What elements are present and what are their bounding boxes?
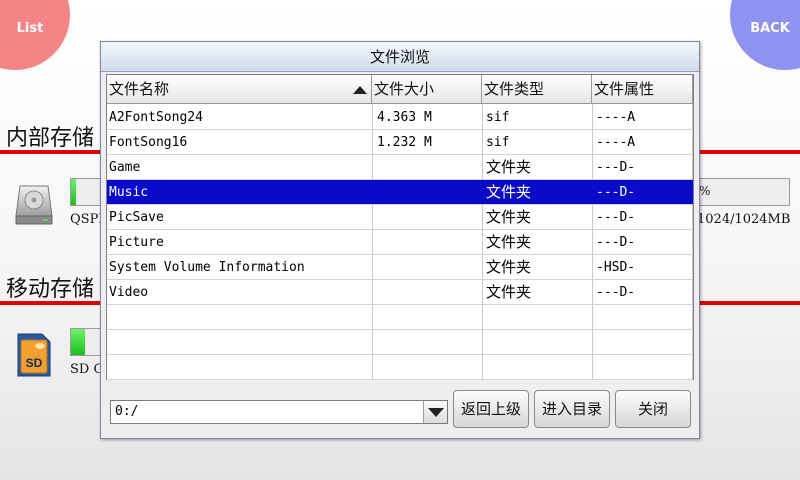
cell-name: PicSave — [109, 210, 164, 225]
cell-size: 1.232 M — [377, 135, 432, 150]
cell-attr: ----A — [596, 110, 636, 125]
internal-drive-label: QSPI — [70, 212, 104, 227]
cell-type: 文件夹 — [486, 283, 532, 301]
go-up-button[interactable]: 返回上级 — [453, 390, 529, 428]
sort-ascending-icon — [353, 86, 367, 94]
cell-type: 文件夹 — [486, 208, 532, 226]
cell-size — [377, 255, 481, 280]
cell-attr: ---D- — [596, 160, 636, 175]
cell-size: 4.363 M — [377, 110, 432, 125]
column-header-name[interactable]: 文件名称 — [107, 75, 372, 104]
cell-name: A2FontSong24 — [109, 110, 203, 125]
table-row[interactable]: Video 文件夹 ---D- — [107, 280, 693, 305]
cell-name: Picture — [109, 235, 164, 250]
internal-usage-bar — [70, 178, 104, 206]
cell-name: Game — [109, 160, 141, 175]
internal-storage-title: 内部存储 — [6, 126, 95, 151]
file-table[interactable]: 文件名称 文件大小 文件类型 文件属性 A2FontSong24 4.363 M s… — [106, 74, 694, 380]
cell-attr: ---D- — [596, 235, 636, 250]
table-row[interactable]: Picture 文件夹 ---D- — [107, 230, 693, 255]
column-header-type-label: 文件类型 — [484, 80, 545, 98]
cell-type: 文件夹 — [486, 183, 532, 201]
internal-usage-fill — [71, 179, 76, 205]
mobile-storage-title: 移动存储 — [6, 277, 95, 302]
column-header-attr[interactable]: 文件属性 — [592, 75, 693, 104]
internal-usage-percent: % — [699, 184, 711, 198]
column-header-attr-label: 文件属性 — [594, 80, 655, 98]
list-button[interactable]: List — [0, 0, 70, 70]
cell-type: sif — [486, 110, 510, 125]
cell-size — [377, 205, 481, 230]
table-row[interactable]: A2FontSong24 4.363 M sif ----A — [107, 105, 693, 130]
cell-attr: -HSD- — [596, 260, 636, 275]
column-header-size-label: 文件大小 — [374, 80, 435, 98]
sd-usage-fill — [71, 329, 86, 355]
cell-name: System Volume Information — [109, 260, 305, 275]
close-button[interactable]: 关闭 — [615, 390, 691, 428]
cell-type: 文件夹 — [486, 233, 532, 251]
hard-drive-icon — [15, 185, 53, 225]
cell-type: 文件夹 — [486, 158, 532, 176]
cell-name: FontSong16 — [109, 135, 188, 150]
list-button-label: List — [16, 21, 44, 36]
cell-attr: ---D- — [596, 285, 636, 300]
column-header-name-label: 文件名称 — [109, 80, 170, 98]
internal-size-text: 1024/1024MB — [697, 212, 791, 227]
table-row-empty[interactable] — [107, 305, 693, 330]
back-button[interactable]: BACK — [730, 0, 800, 70]
cell-name: Music — [109, 185, 149, 200]
file-browser-dialog: 文件浏览 文件名称 文件大小 文件类型 文件属性 A2FontSong24 4.3… — [100, 41, 700, 439]
table-row-empty[interactable] — [107, 355, 693, 380]
cell-name: Video — [109, 285, 149, 300]
cell-attr: ---D- — [596, 185, 636, 200]
chevron-down-icon[interactable] — [423, 401, 447, 423]
path-value: 0:/ — [115, 404, 139, 419]
cell-attr: ----A — [596, 135, 636, 150]
table-row[interactable]: System Volume Information 文件夹 -HSD- — [107, 255, 693, 280]
sd-card-icon: SD — [17, 333, 51, 377]
cell-size — [377, 180, 481, 205]
enter-directory-button[interactable]: 进入目录 — [534, 390, 610, 428]
table-row[interactable]: Music 文件夹 ---D- — [107, 180, 693, 205]
cell-type: 文件夹 — [486, 258, 532, 276]
column-header-size[interactable]: 文件大小 — [372, 75, 482, 104]
table-row[interactable]: FontSong16 1.232 M sif ----A — [107, 130, 693, 155]
cell-type: sif — [486, 135, 510, 150]
sd-drive-label: SD C — [70, 362, 104, 377]
svg-text:SD: SD — [26, 356, 43, 370]
table-row[interactable]: Game 文件夹 ---D- — [107, 155, 693, 180]
cell-size — [377, 155, 481, 180]
table-row-empty[interactable] — [107, 330, 693, 355]
path-combobox[interactable]: 0:/ — [110, 400, 448, 424]
back-button-label: BACK — [750, 21, 790, 36]
cell-size — [377, 230, 481, 255]
column-header-type[interactable]: 文件类型 — [482, 75, 592, 104]
cell-size — [377, 280, 481, 305]
cell-attr: ---D- — [596, 210, 636, 225]
table-row[interactable]: PicSave 文件夹 ---D- — [107, 205, 693, 230]
sd-usage-bar — [70, 328, 104, 356]
dialog-title: 文件浏览 — [101, 42, 699, 72]
